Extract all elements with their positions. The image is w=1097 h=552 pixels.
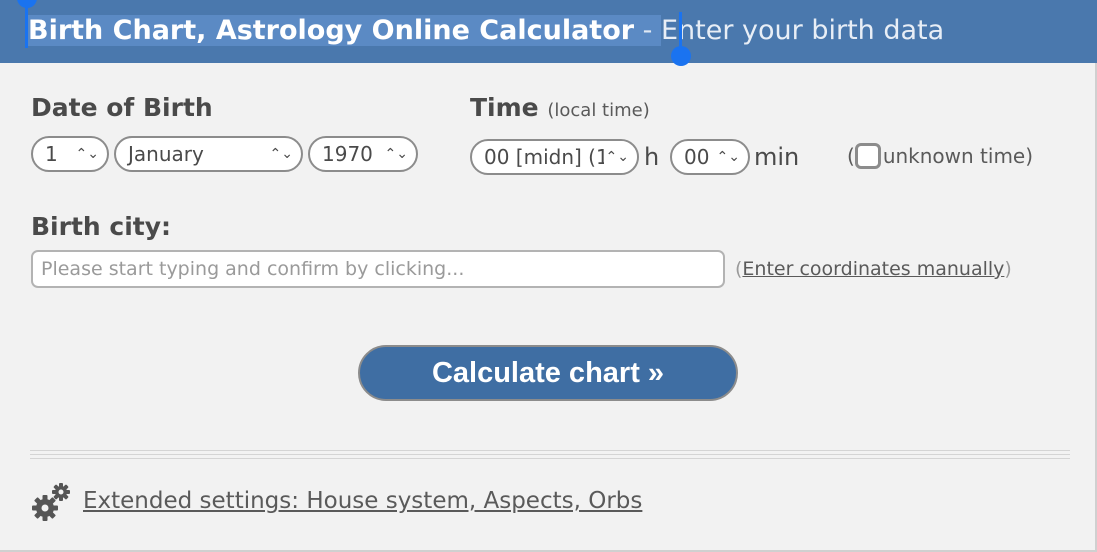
chevron-up-down-icon: ⌃⌄ bbox=[603, 141, 629, 173]
unknown-close-paren: ) bbox=[1025, 144, 1034, 168]
title-separator: - bbox=[634, 15, 661, 46]
year-select[interactable]: 1970 ⌃⌄ bbox=[308, 136, 418, 172]
birth-city-label-text: Birth city: bbox=[31, 212, 172, 241]
birth-city-input[interactable] bbox=[31, 250, 725, 288]
unknown-time-label: unknown time bbox=[882, 144, 1026, 168]
chevron-up-down-icon: ⌃⌄ bbox=[384, 146, 408, 162]
hour-unit: h bbox=[644, 143, 660, 171]
date-of-birth-label: Date of Birth bbox=[31, 93, 213, 122]
year-value: 1970 bbox=[322, 142, 373, 166]
minute-unit: min bbox=[754, 143, 800, 171]
unknown-time-option[interactable]: ( unknown time) bbox=[847, 140, 1033, 172]
date-of-birth-text: Date of Birth bbox=[31, 93, 213, 122]
month-value: January bbox=[128, 142, 204, 166]
time-note: (local time) bbox=[547, 100, 650, 121]
extended-settings-link[interactable]: Extended settings: House system, Aspects… bbox=[83, 488, 642, 514]
time-label-text: Time bbox=[470, 93, 539, 122]
birth-city-label: Birth city: bbox=[31, 212, 171, 241]
selection-start-handle[interactable] bbox=[17, 0, 37, 8]
chevron-up-down-icon: ⌃⌄ bbox=[75, 146, 99, 162]
hour-value: 00 [midn] (1 bbox=[484, 145, 609, 169]
minute-value: 00 bbox=[684, 145, 710, 169]
day-value: 1 bbox=[45, 142, 58, 166]
coords-close-paren: ) bbox=[1004, 258, 1012, 280]
page-header: Birth Chart, Astrology Online Calculator… bbox=[0, 0, 1097, 66]
gears-icon bbox=[32, 483, 70, 521]
enter-coordinates-link[interactable]: Enter coordinates manually bbox=[742, 258, 1004, 280]
title-subtitle: Enter your birth data bbox=[661, 15, 945, 46]
divider-line bbox=[30, 450, 1070, 451]
hour-select[interactable]: 00 [midn] (1 ⌃⌄ bbox=[470, 139, 639, 175]
unknown-open-paren: ( bbox=[847, 144, 855, 168]
header-title: Birth Chart, Astrology Online Calculator… bbox=[28, 14, 944, 48]
divider-line bbox=[30, 454, 1070, 455]
divider-line bbox=[30, 458, 1070, 459]
selection-end-handle[interactable] bbox=[671, 46, 691, 66]
month-select[interactable]: January ⌃⌄ bbox=[114, 136, 303, 172]
unknown-time-checkbox[interactable] bbox=[854, 143, 881, 169]
chevron-up-down-icon: ⌃⌄ bbox=[716, 149, 740, 165]
calculate-chart-button[interactable]: Calculate chart » bbox=[358, 345, 738, 401]
chevron-up-down-icon: ⌃⌄ bbox=[269, 146, 293, 162]
title-main: Birth Chart, Astrology Online Calculator bbox=[28, 15, 635, 46]
day-select[interactable]: 1 ⌃⌄ bbox=[31, 136, 109, 172]
time-label: Time (local time) bbox=[470, 93, 650, 122]
enter-coordinates-option: (Enter coordinates manually) bbox=[735, 255, 1012, 283]
minute-select[interactable]: 00 ⌃⌄ bbox=[670, 139, 750, 175]
